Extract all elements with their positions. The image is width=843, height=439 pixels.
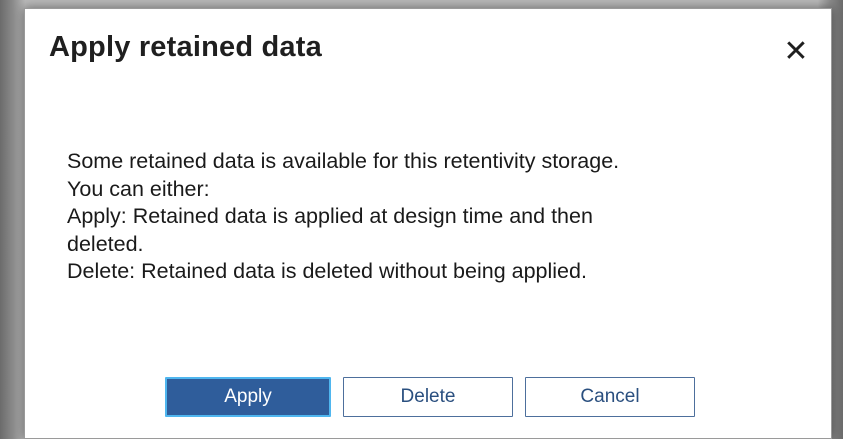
- apply-button[interactable]: Apply: [165, 377, 331, 417]
- apply-retained-data-dialog: Apply retained data ✕ Some retained data…: [24, 8, 832, 439]
- message-line: Apply: Retained data is applied at desig…: [67, 204, 593, 228]
- close-button[interactable]: ✕: [779, 35, 813, 69]
- cancel-button[interactable]: Cancel: [525, 377, 695, 417]
- message-line: Delete: Retained data is deleted without…: [67, 259, 587, 283]
- close-icon[interactable]: ✕: [783, 37, 808, 67]
- message-line: deleted.: [67, 231, 144, 256]
- dialog-message: Some retained data is available for this…: [67, 148, 787, 286]
- dialog-button-row: Apply Delete Cancel: [165, 377, 695, 417]
- delete-button[interactable]: Delete: [343, 377, 513, 417]
- message-line: Some retained data is available for this…: [67, 149, 620, 173]
- dialog-title: Apply retained data: [49, 31, 322, 63]
- message-line: You can either:: [67, 176, 210, 201]
